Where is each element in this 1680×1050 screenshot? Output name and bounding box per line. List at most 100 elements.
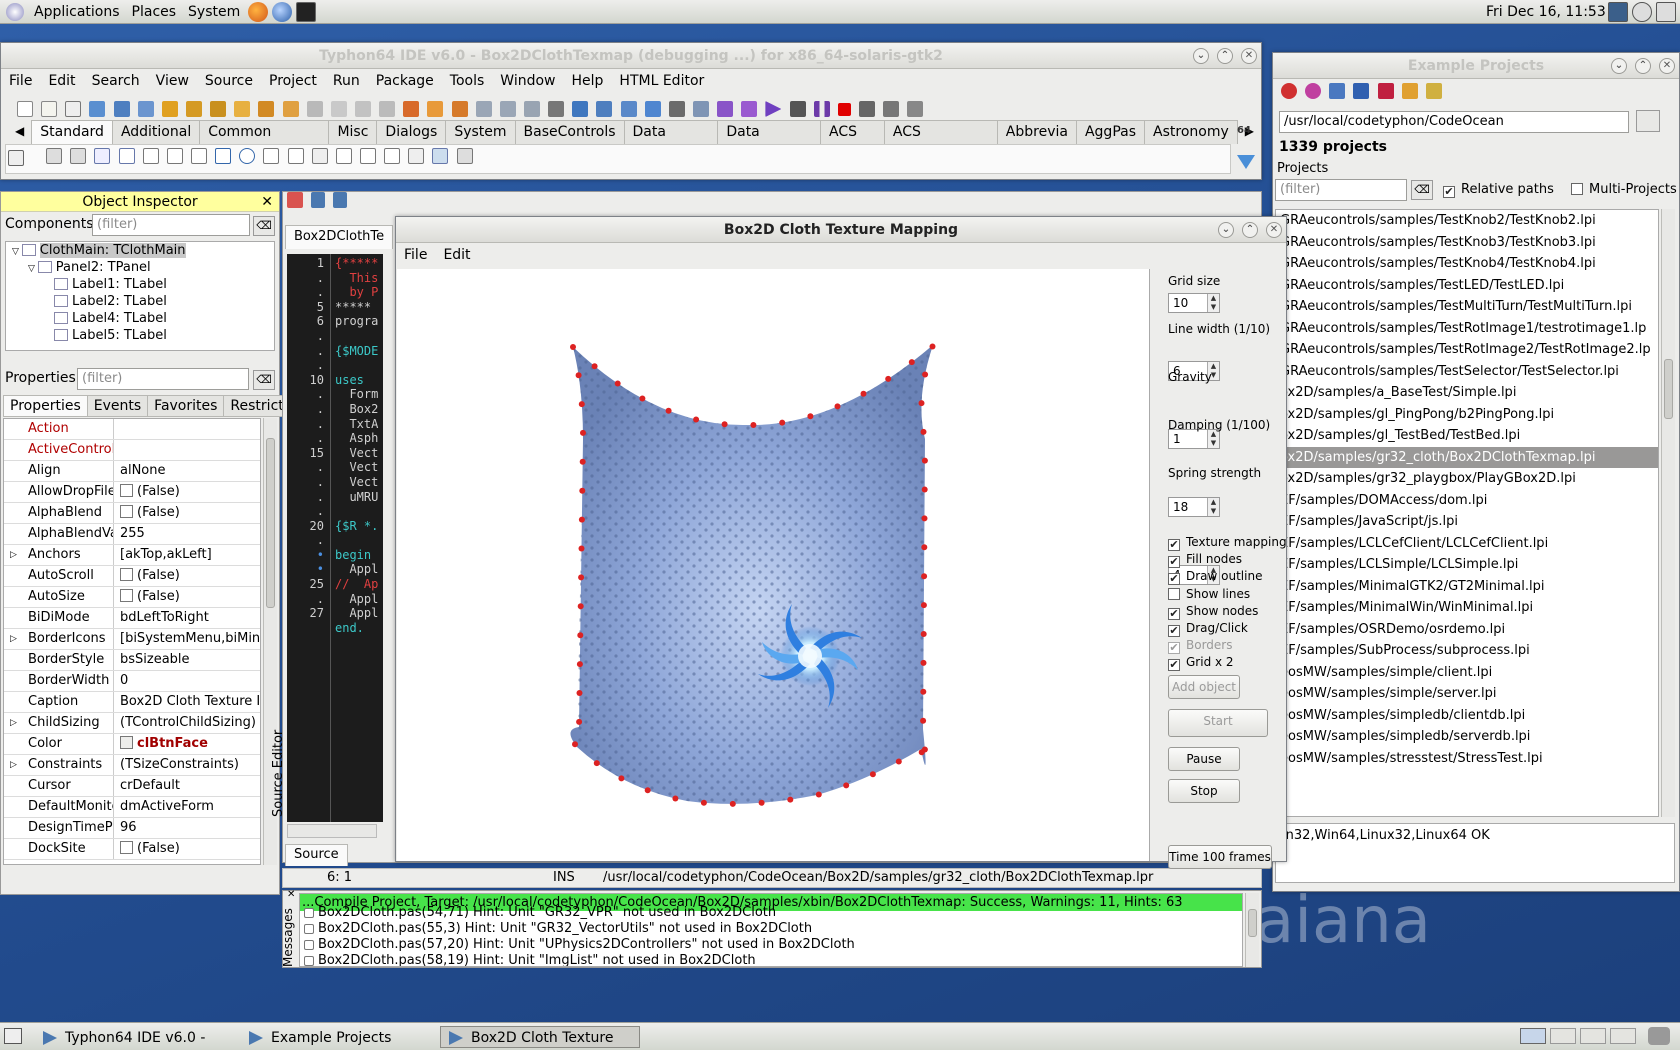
- option-checkbox[interactable]: ✔ Fill nodes: [1168, 551, 1242, 569]
- cloth-node[interactable]: [908, 359, 915, 366]
- new-form-icon[interactable]: [41, 101, 58, 117]
- cloth-node[interactable]: [593, 760, 600, 767]
- property-checkbox[interactable]: [120, 841, 133, 854]
- clock[interactable]: Fri Dec 16, 11:53: [1486, 0, 1606, 24]
- option-checkbox[interactable]: ✔ Texture mapping: [1168, 534, 1287, 551]
- spin-edit[interactable]: 10 ▲ ▼: [1168, 293, 1220, 313]
- tradiogroup-icon[interactable]: [359, 147, 376, 164]
- tree-node-label5[interactable]: Label5: TLabel: [6, 327, 274, 344]
- cloth-node[interactable]: [920, 631, 927, 637]
- property-row[interactable]: Caption Box2D Cloth Texture I: [4, 692, 260, 713]
- cloth-node[interactable]: [869, 771, 876, 778]
- tlistbox-icon[interactable]: [263, 147, 280, 164]
- palette-dropdown-icon[interactable]: [1237, 155, 1255, 169]
- tab-basecontrols[interactable]: BaseControls: [514, 120, 625, 144]
- clear-filter-icon[interactable]: ⌫: [253, 216, 275, 236]
- time-button[interactable]: Time 100 frames: [1168, 845, 1272, 869]
- project-list-item[interactable]: ox2D/samples/a_BaseTest/Simple.lpi: [1276, 382, 1658, 404]
- property-checkbox[interactable]: [120, 568, 133, 581]
- project-options-icon[interactable]: [596, 101, 613, 117]
- close-icon[interactable]: [1281, 83, 1297, 99]
- tgroupbox-icon[interactable]: [335, 147, 352, 164]
- editor-hscrollbar[interactable]: [287, 824, 377, 838]
- tscrollbar-icon[interactable]: [311, 147, 328, 164]
- project-list-item[interactable]: GRAeucontrols/samples/TestRotImage2/Test…: [1276, 339, 1658, 361]
- messages-scrollbar[interactable]: [1245, 893, 1259, 967]
- open-icon[interactable]: [89, 101, 106, 117]
- tree-node-clothmain[interactable]: ▽ ClothMain: TClothMain: [6, 242, 274, 259]
- inspect-icon[interactable]: [427, 101, 444, 117]
- applications-menu[interactable]: Applications: [28, 0, 126, 24]
- examples-close-button[interactable]: ✕: [1659, 58, 1675, 74]
- multi-projects-checkbox[interactable]: Multi-Projects: [1571, 182, 1677, 198]
- option-checkbox[interactable]: ✔ Drag/Click: [1168, 620, 1248, 637]
- cloth-node[interactable]: [921, 515, 928, 522]
- cloth-node[interactable]: [860, 390, 867, 397]
- workspace-1[interactable]: [1520, 1028, 1546, 1044]
- property-row[interactable]: Color clBtnFace: [4, 734, 260, 755]
- cloth-node[interactable]: [578, 516, 585, 523]
- find-icon[interactable]: [113, 101, 130, 117]
- tab-astronomy[interactable]: Astronomy: [1144, 120, 1238, 144]
- cloth-node[interactable]: [920, 659, 927, 666]
- cloth-node[interactable]: [570, 344, 576, 350]
- hint-message[interactable]: Box2DCloth.pas(54,71) Hint: Unit "GR32_V…: [300, 905, 1242, 921]
- trash-icon[interactable]: [1648, 1027, 1670, 1045]
- menu-html-editor[interactable]: HTML Editor: [611, 73, 712, 89]
- option-checkbox[interactable]: ✔ Show nodes: [1168, 603, 1258, 620]
- stop-icon[interactable]: [837, 102, 851, 116]
- tab-common-controls[interactable]: Common Controls: [199, 120, 330, 162]
- system-menu[interactable]: System: [182, 0, 246, 24]
- step-into-icon[interactable]: [858, 101, 875, 117]
- cloth-node[interactable]: [758, 799, 765, 806]
- timer-icon[interactable]: [1632, 2, 1652, 22]
- menu-run[interactable]: Run: [325, 73, 368, 89]
- thunderbird-launcher-icon[interactable]: [272, 1, 293, 22]
- option-checkbox[interactable]: ✔ Grid x 2: [1168, 654, 1234, 672]
- hint-message[interactable]: Box2DCloth.pas(58,19) Hint: Unit "ImgLis…: [300, 953, 1242, 966]
- spin-arrows-icon[interactable]: ▲ ▼: [1207, 498, 1219, 516]
- project-list-item[interactable]: GRAeucontrols/samples/TestLED/TestLED.lp…: [1276, 275, 1658, 297]
- task-example-projects[interactable]: Example Projects: [240, 1026, 430, 1048]
- volume-icon[interactable]: [1656, 2, 1676, 22]
- editor-back-icon[interactable]: [311, 192, 326, 208]
- property-row[interactable]: ActiveControl: [4, 440, 260, 461]
- project-list-item[interactable]: ox2D/samples/gl_TestBed/TestBed.lpi: [1276, 425, 1658, 447]
- menu-edit[interactable]: Edit: [40, 73, 83, 89]
- tree-node-panel2[interactable]: ▽ Panel2: TPanel: [6, 259, 274, 276]
- layers-icon[interactable]: [692, 101, 709, 117]
- editor-bookmark-icon[interactable]: [287, 192, 303, 208]
- property-row[interactable]: AlphaBlendVa 255: [4, 524, 260, 545]
- places-menu[interactable]: Places: [126, 0, 183, 24]
- expand-icon[interactable]: ▷: [10, 545, 17, 565]
- tradiobutton-icon[interactable]: [239, 147, 256, 164]
- run-icon[interactable]: [765, 101, 782, 117]
- tab-abbrevia[interactable]: Abbrevia: [996, 120, 1077, 144]
- package-icon[interactable]: [161, 101, 178, 117]
- stop-button[interactable]: Stop: [1168, 779, 1240, 803]
- project-list-item[interactable]: eosMW/samples/simpledb/serverdb.lpi: [1276, 726, 1658, 748]
- cloth-node[interactable]: [576, 690, 583, 696]
- property-row[interactable]: DefaultMonito dmActiveForm: [4, 797, 260, 818]
- tcheckgroup-icon[interactable]: [384, 147, 401, 164]
- property-checkbox[interactable]: [120, 484, 133, 497]
- cloth-canvas[interactable]: [397, 269, 1149, 861]
- project-list-item[interactable]: EF/samples/DOMAccess/dom.lpi: [1276, 490, 1658, 512]
- messages-icon[interactable]: [451, 101, 468, 117]
- cloth-close-button[interactable]: ✕: [1266, 222, 1282, 238]
- cloth-node[interactable]: [575, 372, 582, 379]
- cloth-node[interactable]: [920, 602, 927, 609]
- project-inspector-icon[interactable]: [572, 101, 589, 117]
- tlabel-icon[interactable]: [118, 147, 135, 164]
- project-list-item[interactable]: ox2D/samples/gr32_playgbox/PlayGBox2D.lp…: [1276, 468, 1658, 490]
- property-checkbox[interactable]: [120, 505, 133, 518]
- property-row[interactable]: AllowDropFile (False): [4, 482, 260, 503]
- projects-scrollbar[interactable]: [1661, 209, 1675, 817]
- cloth-menu-file[interactable]: File: [396, 247, 435, 263]
- property-row[interactable]: AutoSize (False): [4, 587, 260, 608]
- cloth-node[interactable]: [834, 403, 841, 410]
- project-list-item[interactable]: GRAeucontrols/samples/TestMultiTurn/Test…: [1276, 296, 1658, 318]
- palette-scroll-left[interactable]: ◀: [7, 120, 32, 144]
- property-checkbox[interactable]: [120, 589, 133, 602]
- terminal-launcher-icon[interactable]: [296, 1, 317, 22]
